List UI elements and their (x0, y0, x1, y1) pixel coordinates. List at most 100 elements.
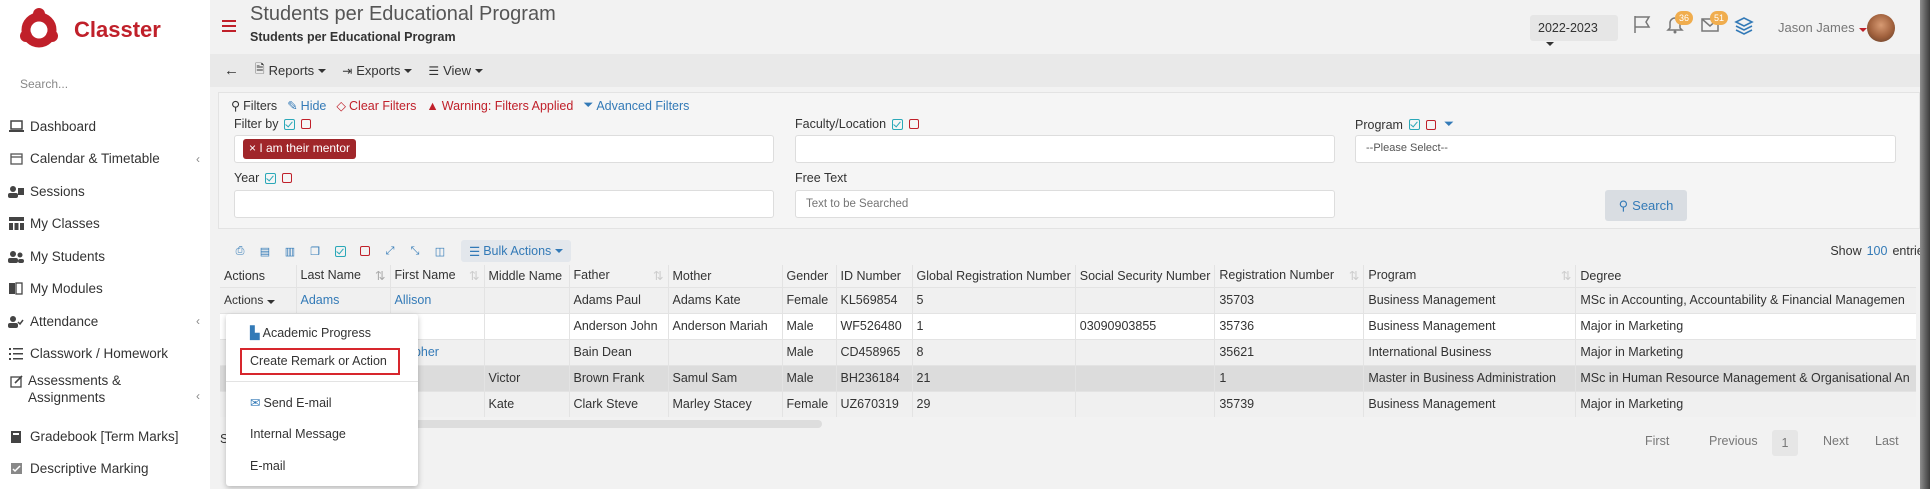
sidebar-item-label: Sessions (30, 183, 85, 199)
show-count-select[interactable]: 100 (1867, 244, 1888, 258)
notifications-button[interactable]: 36 (1665, 11, 1694, 36)
filter-tag[interactable]: × I am their mentor (243, 139, 357, 159)
column-header[interactable]: Last Name ⇅ (296, 265, 391, 287)
sidebar-item-dashboard[interactable]: Dashboard (0, 110, 210, 143)
exports-menu[interactable]: ⇥ Exports (342, 63, 413, 78)
copy-icon[interactable]: ❐ (305, 241, 325, 261)
column-header[interactable]: Father ⇅ (569, 265, 669, 287)
pagination-previous[interactable]: Previous (1709, 434, 1758, 448)
global-reg-cell: 5 (912, 286, 1076, 313)
back-arrow-icon[interactable]: ← (224, 62, 239, 79)
select-all-icon[interactable] (265, 172, 277, 184)
pagination-first[interactable]: First (1645, 434, 1669, 448)
page-title: Students per Educational Program (250, 3, 556, 25)
pagination-current[interactable]: 1 (1772, 430, 1798, 456)
global-reg-cell: 8 (912, 338, 1076, 365)
warning-icon: ▲ (426, 98, 439, 113)
table-row: Actions Adams Allison Adams Paul Adams K… (220, 286, 1916, 313)
advanced-filters-link[interactable]: ⏷ Advanced Filters (583, 98, 689, 113)
clear-filters-link[interactable]: ◇ Clear Filters (336, 98, 416, 114)
column-header[interactable]: First Name ⇅ (390, 265, 485, 287)
column-header[interactable]: Middle Name (484, 265, 570, 287)
deselect-all-rows-icon[interactable] (355, 241, 375, 261)
middle-name-cell (484, 312, 570, 339)
sidebar-item-descriptive-marking[interactable]: Descriptive Marking (0, 453, 210, 486)
deselect-all-icon[interactable] (909, 119, 920, 129)
list-icon: ☰ (469, 244, 481, 259)
deselect-all-icon[interactable] (301, 119, 312, 129)
column-header[interactable]: Program ⇅ (1363, 265, 1577, 287)
column-header[interactable]: Global Registration Number (912, 265, 1076, 287)
column-header[interactable]: Social Security Number (1075, 265, 1216, 287)
sidebar-item-classwork[interactable]: Classwork / Homework (0, 338, 210, 371)
free-text-input[interactable] (795, 190, 1335, 218)
column-header[interactable]: Actions (220, 265, 297, 287)
reports-menu[interactable]: 🗎 Reports (255, 60, 327, 81)
pagination-next[interactable]: Next (1823, 434, 1849, 448)
gradebook-icon (8, 429, 24, 443)
user-menu[interactable]: Jason James (1778, 20, 1867, 35)
menu-item-internal-message[interactable]: Internal Message (250, 427, 346, 441)
bulk-actions-button[interactable]: ☰ Bulk Actions (461, 240, 572, 262)
program-select[interactable]: --Please Select-- (1355, 135, 1896, 163)
hide-filters-link[interactable]: ✎ Hide (287, 98, 326, 114)
year-field[interactable] (234, 190, 774, 218)
menu-item-academic-progress[interactable]: ▙ Academic Progress (250, 325, 371, 341)
print-icon[interactable]: ⎙ (230, 241, 250, 261)
sidebar-item-assessments[interactable]: Assessments & Assignments ‹ (0, 370, 210, 420)
actions-dropdown-button[interactable]: Actions (224, 293, 276, 307)
select-all-icon[interactable] (284, 118, 296, 130)
view-menu[interactable]: ☰ View (428, 63, 484, 78)
select-all-icon[interactable] (1408, 119, 1420, 130)
columns-icon[interactable]: ◫ (430, 241, 450, 261)
column-header[interactable]: Degree (1576, 265, 1916, 287)
list-icon (8, 347, 24, 361)
remove-tag-icon[interactable]: × (249, 141, 259, 155)
sidebar-item-gradebook[interactable]: Gradebook [Term Marks] (0, 420, 210, 453)
messages-button[interactable]: 51 (1700, 11, 1729, 36)
deselect-all-icon[interactable] (1425, 119, 1436, 130)
collapse-icon[interactable]: ⤡ (405, 241, 425, 261)
chevron-down-icon (318, 68, 327, 73)
sidebar-item-calendar[interactable]: Calendar & Timetable ‹ (0, 143, 210, 176)
menu-item-create-remark[interactable]: Create Remark or Action (250, 354, 387, 368)
sidebar-item-label: Calendar & Timetable (30, 151, 160, 167)
sidebar-item-sessions[interactable]: Sessions (0, 175, 210, 208)
column-header[interactable]: Registration Number ⇅ (1214, 265, 1365, 287)
search-button[interactable]: ⚲ Search (1605, 190, 1687, 221)
select-all-icon[interactable] (892, 118, 904, 130)
pagination-last[interactable]: Last (1875, 434, 1899, 448)
column-header[interactable]: ID Number (836, 265, 913, 287)
export-excel-icon[interactable]: ▤ (255, 241, 275, 261)
deselect-all-icon[interactable] (282, 173, 293, 183)
sidebar-item-attendance[interactable]: Attendance ‹ (0, 305, 210, 338)
menu-item-email[interactable]: E-mail (250, 459, 285, 473)
report-icon: 🗎 (255, 62, 265, 76)
layers-icon[interactable] (1733, 14, 1755, 36)
avatar[interactable] (1867, 14, 1895, 42)
year-label: Year (234, 171, 293, 185)
flag-icon[interactable] (1632, 14, 1652, 34)
faculty-field[interactable] (795, 135, 1335, 163)
funnel-icon[interactable]: ⏷ (1444, 117, 1454, 132)
brand-logo[interactable]: Classter (18, 8, 161, 52)
column-header[interactable]: Mother (668, 265, 783, 287)
sidebar-item-my-students[interactable]: My Students (0, 240, 210, 273)
actions-cell[interactable]: Actions (220, 286, 297, 313)
export-pdf-icon[interactable]: ▥ (280, 241, 300, 261)
hamburger-menu-icon[interactable] (222, 20, 236, 32)
column-header[interactable]: Gender (782, 265, 837, 287)
book-icon (8, 282, 24, 296)
academic-year-select[interactable]: 2022-2023 (1530, 15, 1618, 46)
first-name-link[interactable]: Allison (395, 293, 432, 307)
sidebar-item-my-classes[interactable]: My Classes (0, 208, 210, 241)
last-name-link[interactable]: Adams (301, 293, 340, 307)
sidebar-search-input[interactable]: Search... (20, 77, 68, 91)
gender-cell: Male (782, 364, 837, 391)
menu-item-send-email[interactable]: ✉ Send E-mail (250, 395, 332, 411)
sidebar-item-my-modules[interactable]: My Modules (0, 273, 210, 306)
select-all-rows-icon[interactable] (330, 241, 350, 261)
menu-item-label: Create Remark or Action (250, 354, 387, 368)
degree-cell: Major in Marketing (1575, 338, 1916, 365)
expand-icon[interactable]: ⤢ (380, 241, 400, 261)
